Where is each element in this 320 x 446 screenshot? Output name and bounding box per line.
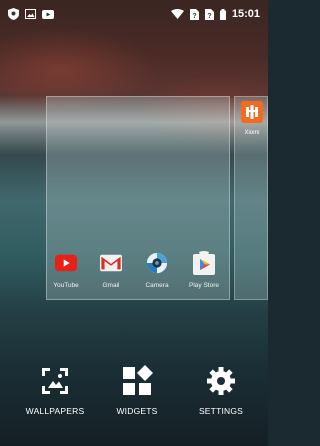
camera-icon [146,252,168,274]
gear-icon [176,364,266,398]
preview-app-row: YouTube Gmail Camera Play Store [46,251,230,296]
overview-actions: WALLPAPERS WIDGETS SETTINGS [0,364,268,424]
sim-2-icon: ? [204,8,214,20]
shield-icon [8,8,19,20]
youtube-icon [55,252,77,274]
app-camera[interactable]: Camera [137,252,177,289]
sim-1-icon: ? [189,8,199,20]
next-page-preview[interactable] [234,96,268,300]
status-time: 15:01 [231,8,260,20]
app-label: Play Store [189,282,219,289]
svg-text:?: ? [192,13,196,20]
xiaomi-app-icon[interactable] [241,101,263,123]
xiaomi-app-label: Xiomi [244,130,260,136]
svg-text:?: ? [207,13,211,20]
app-label: Camera [145,282,169,289]
widgets-button[interactable]: WIDGETS [92,364,182,416]
app-label: YouTube [53,282,79,289]
youtube-notification-icon [42,9,54,19]
battery-icon [219,8,226,20]
app-gmail[interactable]: Gmail [91,252,131,289]
settings-label: SETTINGS [198,406,244,416]
xiaomi-icon [246,105,258,119]
app-youtube[interactable]: YouTube [46,252,86,289]
widgets-label: WIDGETS [116,406,158,416]
wallpaper-icon [10,364,100,398]
wifi-icon [170,9,184,19]
widgets-icon [92,364,182,398]
image-icon [25,9,36,19]
wallpapers-button[interactable]: WALLPAPERS [10,364,100,416]
app-label: Gmail [102,282,120,289]
play-store-icon [193,251,215,275]
wallpapers-label: WALLPAPERS [25,406,85,416]
settings-button[interactable]: SETTINGS [176,364,266,416]
status-bar: ? ? 15:01 [0,0,268,28]
gmail-icon [100,252,122,274]
app-play-store[interactable]: Play Store [184,251,224,289]
